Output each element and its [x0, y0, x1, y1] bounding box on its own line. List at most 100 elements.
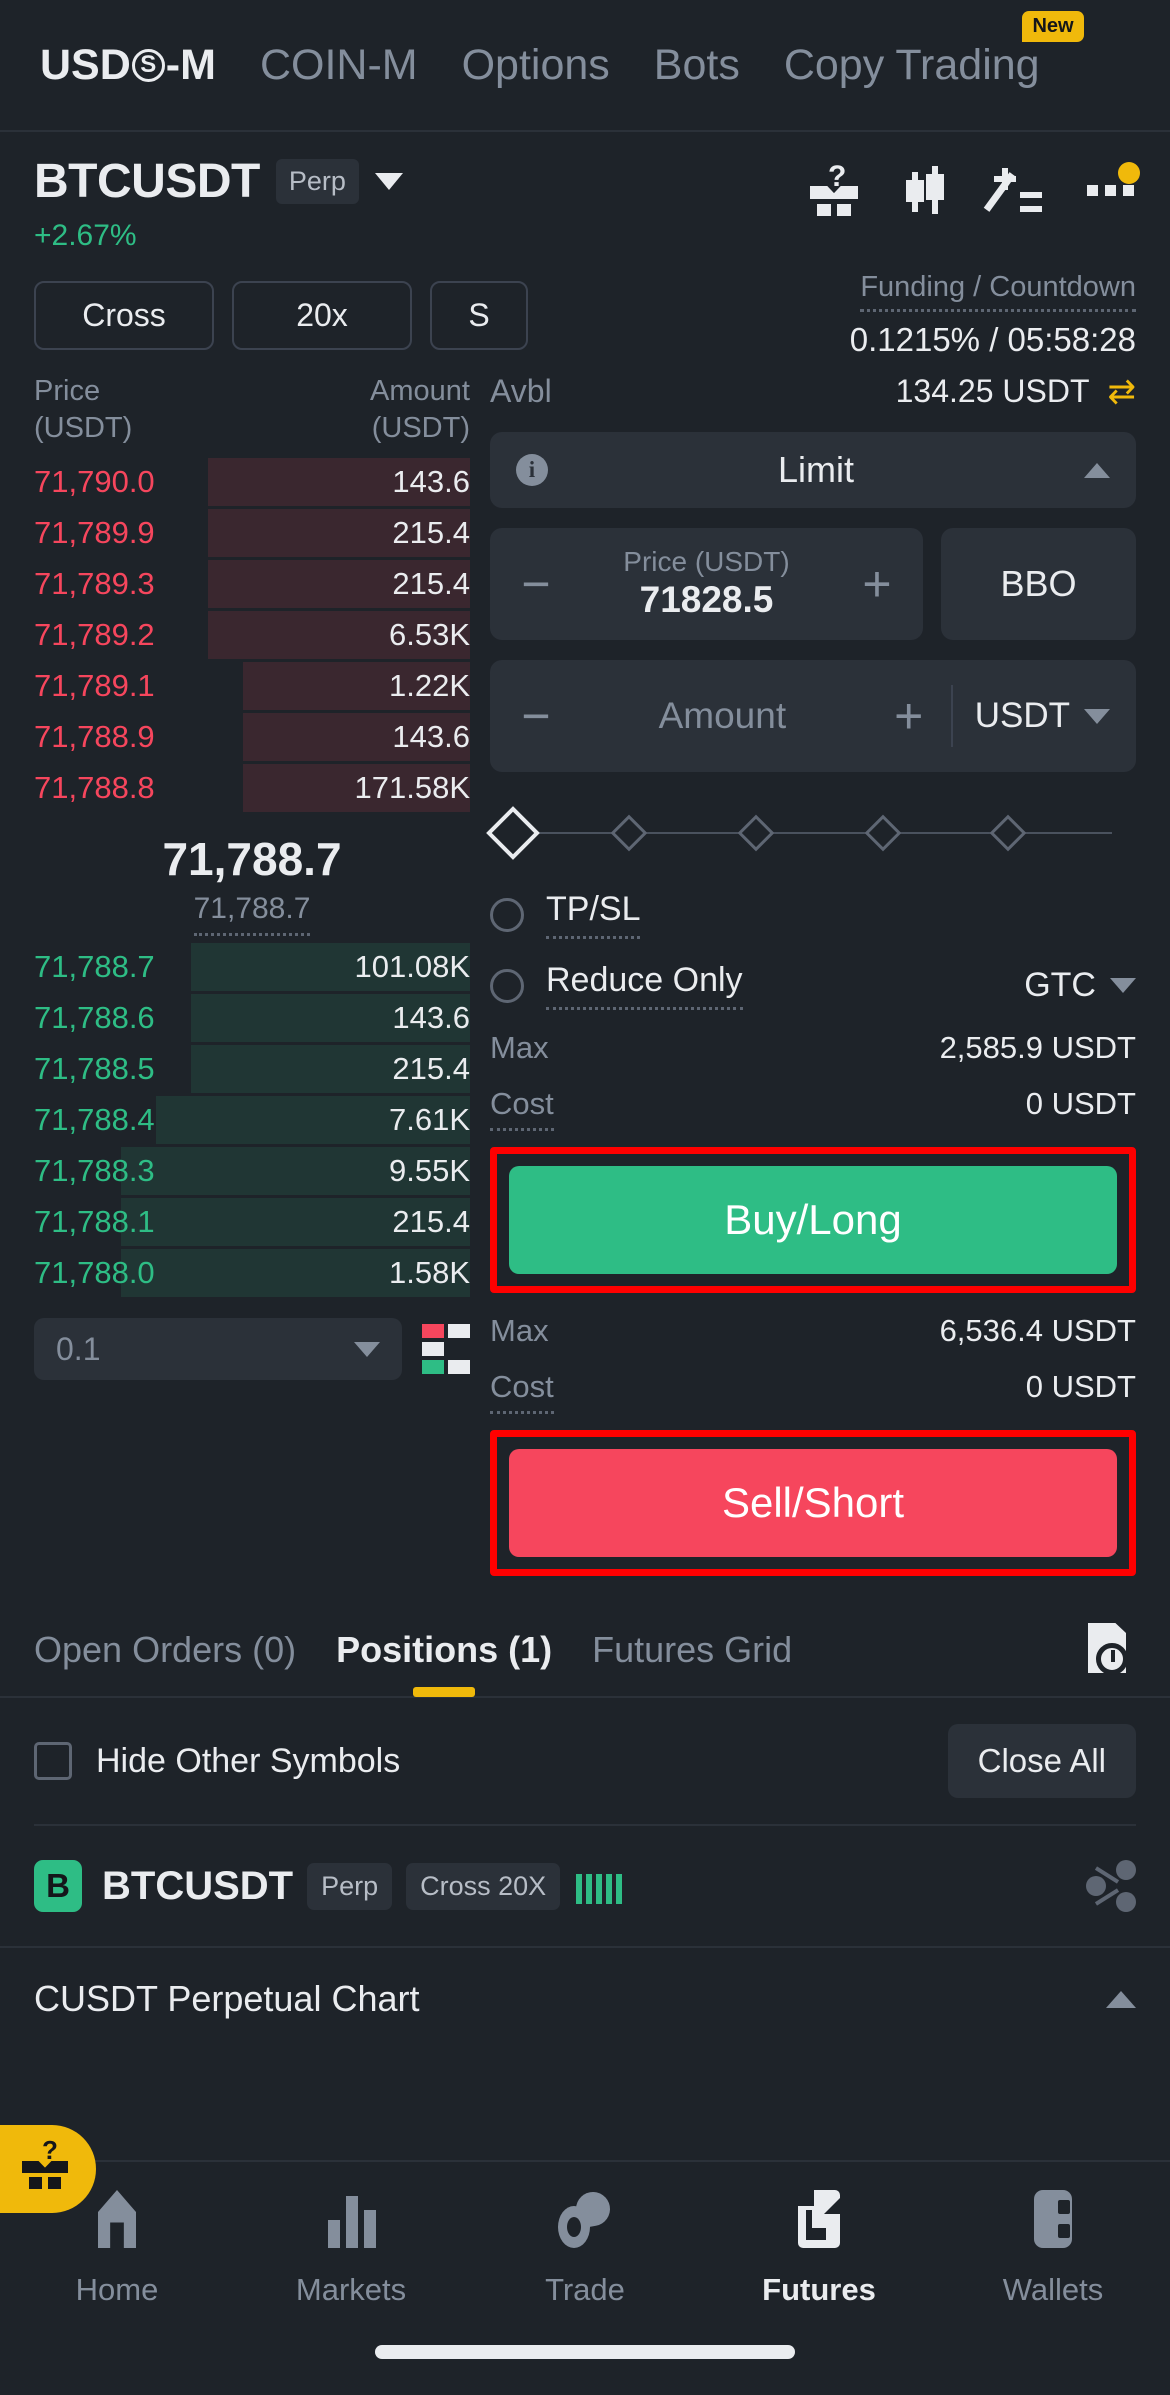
- symbol-info[interactable]: BTCUSDT Perp +2.67%: [34, 154, 403, 253]
- order-book-header: Price (USDT) Amount (USDT): [34, 373, 470, 447]
- order-book-row[interactable]: 71,788.9 143.6: [34, 713, 470, 762]
- bottom-nav-futures[interactable]: Futures: [702, 2188, 936, 2308]
- margin-mode-button[interactable]: Cross: [34, 280, 214, 350]
- leverage-button[interactable]: 20x: [232, 280, 412, 350]
- order-book-price: 71,788.6: [34, 1000, 155, 1036]
- usds-suffix: -M: [165, 40, 216, 89]
- slider-tick-100[interactable]: [989, 814, 1027, 852]
- bbo-button[interactable]: BBO: [941, 528, 1136, 640]
- highlight-box: Sell/Short: [490, 1430, 1136, 1576]
- more-options-icon[interactable]: [1084, 162, 1140, 216]
- slider-handle[interactable]: [486, 806, 540, 860]
- tab-open-orders[interactable]: Open Orders (0): [34, 1629, 296, 1671]
- avbl-label: Avbl: [490, 373, 552, 409]
- mystery-box-fab[interactable]: ?: [0, 2125, 96, 2213]
- price-row: − Price (USDT) 71828.5 + BBO: [490, 528, 1136, 640]
- nav-tab-usds-m[interactable]: USD S -M: [40, 41, 216, 90]
- order-book-amount: 6.53K: [388, 617, 470, 653]
- position-row[interactable]: B BTCUSDT Perp Cross 20X: [0, 1826, 1170, 1946]
- order-book-row[interactable]: 71,788.0 1.58K: [34, 1249, 470, 1298]
- nav-tab-options[interactable]: Options: [462, 41, 610, 90]
- amount-slider[interactable]: [486, 798, 1136, 868]
- order-book-layout-icon[interactable]: [422, 1324, 470, 1375]
- mystery-box-icon[interactable]: ?: [808, 160, 860, 216]
- order-book-row[interactable]: 71,788.4 7.61K: [34, 1096, 470, 1145]
- order-type-select[interactable]: i Limit: [490, 432, 1136, 508]
- bottom-nav-trade[interactable]: Trade: [468, 2188, 702, 2308]
- transfer-icon[interactable]: ⇄: [1108, 375, 1137, 409]
- nav-tab-copy-trading[interactable]: Copy Trading New: [783, 10, 1084, 90]
- time-in-force-select[interactable]: GTC: [1024, 966, 1136, 1005]
- order-book-row[interactable]: 71,788.1 215.4: [34, 1198, 470, 1247]
- amount-input[interactable]: − Amount + USDT: [490, 660, 1136, 772]
- nav-tab-coin-m[interactable]: COIN-M: [260, 41, 418, 90]
- notification-dot-icon: [1118, 162, 1140, 184]
- buy-max-label: Max: [490, 1030, 549, 1065]
- info-icon[interactable]: i: [516, 454, 548, 486]
- nav-tab-copy-trading-label: Copy Trading: [783, 40, 1040, 89]
- order-book: Price (USDT) Amount (USDT) 71,790.0 143.6…: [0, 373, 470, 1576]
- order-book-row[interactable]: 71,790.0 143.6: [34, 458, 470, 507]
- amount-increment-button[interactable]: +: [889, 691, 929, 741]
- order-book-row[interactable]: 71,789.3 215.4: [34, 560, 470, 609]
- bottom-nav-wallets[interactable]: Wallets: [936, 2188, 1170, 2308]
- order-book-row[interactable]: 71,788.3 9.55K: [34, 1147, 470, 1196]
- page-title: BTCUSDT: [34, 155, 260, 208]
- funding-info[interactable]: Funding / Countdown 0.1215% / 05:58:28: [850, 271, 1136, 359]
- order-book-row[interactable]: 71,789.2 6.53K: [34, 611, 470, 660]
- order-history-icon[interactable]: [1082, 1623, 1136, 1677]
- calculator-icon[interactable]: [983, 164, 1044, 216]
- share-icon[interactable]: [1084, 1860, 1136, 1912]
- amount-unit-select[interactable]: USDT: [975, 696, 1110, 736]
- price-input[interactable]: − Price (USDT) 71828.5 +: [490, 528, 923, 640]
- bottom-nav-markets-label: Markets: [295, 2272, 407, 2307]
- order-book-row[interactable]: 71,789.1 1.22K: [34, 662, 470, 711]
- reduce-only-row[interactable]: Reduce Only GTC: [490, 961, 1136, 1010]
- home-icon: [86, 2188, 148, 2250]
- orders-tabs: Open Orders (0) Positions (1) Futures Gr…: [0, 1604, 1170, 1696]
- order-book-price: 71,788.0: [34, 1255, 155, 1291]
- hide-other-symbols-checkbox[interactable]: [34, 1742, 72, 1780]
- slider-tick-75[interactable]: [864, 814, 902, 852]
- price-decrement-button[interactable]: −: [516, 559, 556, 609]
- price-increment-button[interactable]: +: [857, 559, 897, 609]
- reduce-only-checkbox[interactable]: [490, 968, 524, 1003]
- sell-action-highlight: Sell/Short: [490, 1430, 1136, 1576]
- bottom-nav-markets[interactable]: Markets: [234, 2188, 468, 2308]
- position-mode-button[interactable]: S: [430, 280, 528, 350]
- tab-futures-grid[interactable]: Futures Grid: [592, 1629, 792, 1671]
- funding-label: Funding / Countdown: [860, 271, 1136, 312]
- tab-positions[interactable]: Positions (1): [336, 1629, 552, 1671]
- slider-tick-25[interactable]: [610, 814, 648, 852]
- order-book-amount: 1.58K: [388, 1255, 470, 1291]
- tif-value: GTC: [1024, 966, 1096, 1004]
- product-nav: USD S -M COIN-M Options Bots Copy Trading …: [0, 0, 1170, 132]
- order-book-row[interactable]: 71,789.9 215.4: [34, 509, 470, 558]
- mark-price: 71,788.7: [193, 892, 311, 937]
- sell-cost-row: Cost 0 USDT: [490, 1369, 1136, 1414]
- tpsl-row[interactable]: TP/SL: [490, 890, 1136, 939]
- close-all-button[interactable]: Close All: [947, 1724, 1136, 1798]
- binance-logo-icon: B: [34, 1860, 82, 1912]
- slider-tick-50[interactable]: [737, 814, 775, 852]
- chevron-down-icon[interactable]: [374, 173, 403, 190]
- sell-short-button[interactable]: Sell/Short: [509, 1449, 1117, 1557]
- amount-decrement-button[interactable]: −: [516, 691, 556, 741]
- order-book-row[interactable]: 71,788.5 215.4: [34, 1045, 470, 1094]
- bottom-navigation: Home Markets Trade Futures Wallets: [0, 2160, 1170, 2395]
- order-book-row[interactable]: 71,788.8 171.58K: [34, 764, 470, 813]
- sell-max-label: Max: [490, 1313, 549, 1348]
- buy-action-highlight: Buy/Long: [490, 1147, 1136, 1293]
- tpsl-checkbox[interactable]: [490, 897, 524, 932]
- price-caption: Price (USDT): [623, 545, 790, 577]
- order-book-price: 71,789.3: [34, 566, 155, 602]
- chart-section-header[interactable]: CUSDT Perpetual Chart: [0, 1946, 1170, 2050]
- candlestick-icon[interactable]: [900, 164, 952, 216]
- chevron-up-icon: [1106, 1990, 1136, 2008]
- sell-max-row: Max 6,536.4 USDT: [490, 1313, 1136, 1349]
- order-book-row[interactable]: 71,788.7 101.08K: [34, 943, 470, 992]
- buy-long-button[interactable]: Buy/Long: [509, 1166, 1117, 1274]
- order-book-row[interactable]: 71,788.6 143.6: [34, 994, 470, 1043]
- nav-tab-bots[interactable]: Bots: [654, 41, 740, 90]
- tick-size-select[interactable]: 0.1: [34, 1318, 402, 1381]
